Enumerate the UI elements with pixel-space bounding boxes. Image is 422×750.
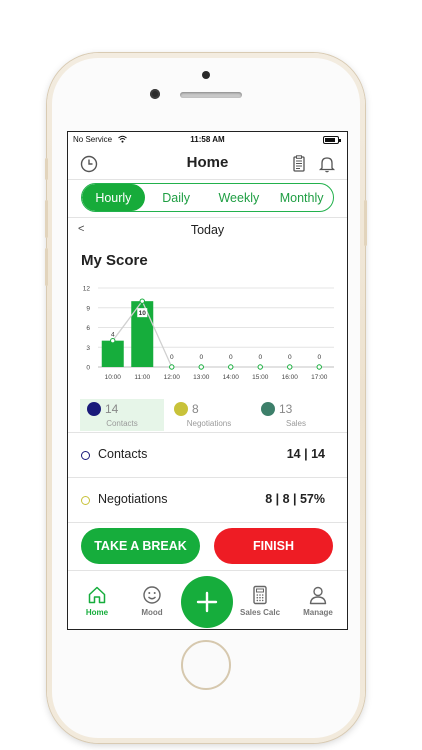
tab-sales-calc[interactable]: Sales Calc: [236, 584, 284, 617]
negotiations-dot-icon: [174, 402, 188, 416]
chart-point: [169, 364, 175, 370]
legend-sales-value: 13: [279, 402, 293, 416]
legend-negotiations-label: Negotiations: [186, 419, 232, 428]
date-label: Today: [190, 223, 225, 237]
finish-button[interactable]: FINISH: [214, 528, 333, 564]
earpiece-speaker: [180, 92, 242, 98]
plus-icon: [196, 591, 218, 613]
tab-monthly[interactable]: Monthly: [270, 184, 333, 211]
y-tick-label: 0: [86, 365, 90, 372]
app-screen: No Service 11:58 AM Home Hourly Daily We…: [67, 131, 348, 630]
legend-contacts[interactable]: 14 Contacts: [80, 399, 164, 431]
data-label: 4: [111, 332, 115, 339]
legend-negotiations-value: 8: [192, 402, 199, 416]
status-bar: No Service 11:58 AM: [68, 132, 347, 148]
phone-volume-down: [45, 248, 48, 286]
smiley-icon: [143, 586, 161, 604]
legend-sales-label: Sales: [285, 419, 306, 428]
legend-contacts-label: Contacts: [106, 419, 138, 428]
sales-dot-icon: [261, 402, 275, 416]
tab-manage[interactable]: Manage: [294, 584, 342, 617]
y-tick-label: 3: [86, 345, 90, 352]
legend-sales[interactable]: 13 Sales: [254, 399, 338, 431]
metric-row-contacts[interactable]: Contacts 14 | 14: [68, 433, 347, 477]
x-tick-label: 10:00: [105, 374, 122, 381]
app-header: Home: [68, 149, 347, 179]
x-tick-label: 11:00: [134, 374, 150, 381]
tabbar-divider: [68, 570, 347, 571]
legend-negotiations[interactable]: 8 Negotiations: [167, 399, 251, 431]
tab-manage-label: Manage: [303, 608, 333, 617]
contacts-dot-icon: [87, 402, 101, 416]
chart-point: [287, 364, 293, 370]
range-segmented-control: Hourly Daily Weekly Monthly: [81, 183, 334, 212]
negotiations-ring-icon: [81, 496, 90, 505]
chart-point: [110, 337, 116, 344]
x-tick-label: 16:00: [282, 374, 299, 381]
metric-negotiations-value: 8 | 8 | 57%: [265, 492, 325, 506]
tab-home[interactable]: Home: [73, 584, 121, 617]
contacts-ring-icon: [81, 451, 90, 460]
chart-point: [139, 298, 145, 304]
battery-icon: [323, 136, 341, 144]
chart-point: [198, 364, 204, 370]
status-time: 11:58 AM: [190, 135, 225, 144]
data-label: 0: [199, 354, 203, 361]
y-tick-label: 6: [86, 325, 90, 332]
x-tick-label: 14:00: [223, 374, 240, 381]
phone-home-button[interactable]: [181, 640, 231, 690]
data-label: 0: [258, 354, 262, 361]
y-tick-label: 12: [83, 286, 91, 293]
take-break-button[interactable]: TAKE A BREAK: [81, 528, 200, 564]
phone-volume-up: [45, 200, 48, 238]
tab-mood-label: Mood: [141, 608, 163, 617]
header-divider: [68, 179, 347, 180]
tab-weekly[interactable]: Weekly: [208, 184, 271, 211]
metric-contacts-name: Contacts: [98, 447, 148, 461]
tab-home-label: Home: [85, 608, 109, 617]
tab-mood[interactable]: Mood: [128, 584, 176, 617]
actions-divider: [68, 522, 347, 523]
legend-contacts-value: 14: [105, 402, 119, 416]
date-navigator: < Today: [68, 221, 347, 241]
calculator-icon: [253, 585, 267, 605]
phone-sensor: [202, 71, 210, 79]
x-tick-label: 15:00: [252, 374, 269, 381]
add-button[interactable]: [181, 576, 233, 628]
data-label: 0: [317, 354, 321, 361]
clipboard-icon[interactable]: [288, 153, 310, 175]
phone-mute-switch: [45, 158, 48, 180]
tab-daily[interactable]: Daily: [145, 184, 208, 211]
front-camera: [150, 89, 160, 99]
phone-power-button: [364, 200, 367, 246]
home-icon: [88, 586, 106, 604]
tab-sales-calc-label: Sales Calc: [239, 608, 281, 617]
chart-legend: 14 Contacts 8 Negotiations 13 Sales: [80, 399, 340, 431]
chart-point: [316, 364, 322, 370]
chart-point: [257, 364, 263, 370]
y-tick-label: 9: [86, 305, 90, 312]
metric-contacts-value: 14 | 14: [286, 447, 325, 461]
person-icon: [309, 586, 327, 605]
score-chart: 12 9 6 3 0 4 10 0 0 0 0 0 0 10:00 11:00 12:00 13:00 14:00…: [83, 286, 334, 381]
x-tick-label: 17:00: [311, 374, 328, 381]
score-title: My Score: [81, 252, 148, 269]
bell-icon[interactable]: [316, 153, 338, 175]
tab-hourly[interactable]: Hourly: [82, 184, 145, 211]
chart-point: [228, 364, 234, 370]
data-label: 0: [229, 354, 233, 361]
data-label: 0: [288, 354, 292, 361]
metric-negotiations-name: Negotiations: [98, 492, 168, 506]
data-label: 0: [170, 354, 174, 361]
chart-bar: [101, 340, 124, 367]
x-tick-label: 12:00: [164, 374, 181, 381]
x-tick-label: 13:00: [193, 374, 210, 381]
metric-row-negotiations[interactable]: Negotiations 8 | 8 | 57%: [68, 478, 347, 522]
data-label: 10: [139, 310, 147, 317]
segment-divider: [68, 217, 347, 218]
